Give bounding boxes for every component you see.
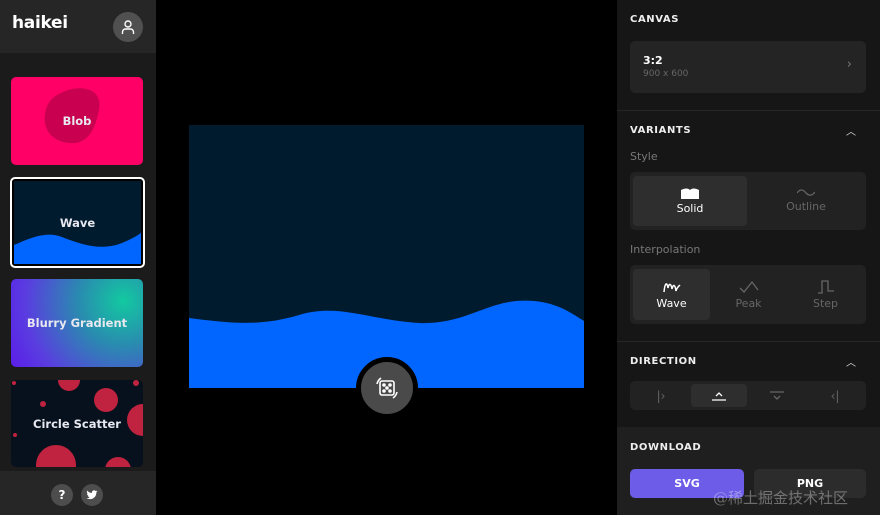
canvas-section-title: CANVAS: [630, 14, 680, 25]
arrow-left-bar-icon: ‹|: [830, 388, 840, 403]
twitter-button[interactable]: [81, 484, 103, 506]
generator-card-blurry-gradient[interactable]: Blurry Gradient: [11, 279, 143, 367]
divider: [617, 341, 880, 342]
direction-down-option[interactable]: [749, 384, 805, 407]
direction-up-option[interactable]: [691, 384, 747, 407]
twitter-icon: [86, 490, 98, 500]
download-section-title: DOWNLOAD: [630, 442, 702, 453]
aspect-ratio: 3:2: [643, 54, 663, 67]
direction-toggle: |› ‹|: [630, 381, 866, 410]
step-icon: [817, 279, 834, 294]
generator-card-blob[interactable]: Blob: [11, 77, 143, 165]
canvas-size-selector[interactable]: 3:2 900 x 600 ›: [630, 41, 866, 93]
logo[interactable]: haikei: [12, 13, 68, 33]
interpolation-toggle: Wave Peak Step: [630, 265, 866, 324]
style-solid-option[interactable]: Solid: [633, 176, 747, 226]
style-label: Style: [630, 150, 658, 163]
option-label: Outline: [786, 200, 826, 213]
wave-shape: [189, 300, 584, 388]
style-outline-option[interactable]: Outline: [749, 176, 863, 226]
help-button[interactable]: ?: [51, 484, 73, 506]
watermark: @稀土掘金技术社区: [713, 489, 849, 507]
arrow-right-bar-icon: |›: [656, 388, 666, 403]
arrow-up-bar-icon: [712, 391, 726, 401]
user-button[interactable]: [113, 12, 143, 42]
card-label: Blob: [62, 114, 92, 128]
randomize-button[interactable]: [356, 357, 418, 419]
option-label: Peak: [735, 296, 762, 310]
help-icon: ?: [58, 488, 66, 502]
divider: [617, 110, 880, 111]
peak-icon: [739, 280, 759, 293]
card-label: Blurry Gradient: [26, 316, 128, 330]
collapse-variants-chevron-up-icon[interactable]: ︿: [846, 123, 856, 138]
direction-left-option[interactable]: ‹|: [807, 384, 863, 407]
user-icon: [121, 20, 135, 34]
solid-wave-icon: [681, 188, 699, 199]
chevron-right-icon: ›: [846, 57, 852, 72]
canvas-dimensions: 900 x 600: [643, 69, 689, 79]
card-label: Circle Scatter: [33, 416, 121, 431]
wave-canvas-preview: [189, 125, 584, 388]
variants-section-title: VARIANTS: [630, 125, 692, 136]
generator-card-circle-scatter[interactable]: Circle Scatter: [11, 380, 143, 467]
dice-icon: [376, 377, 398, 399]
interpolation-label: Interpolation: [630, 243, 701, 256]
collapse-direction-chevron-up-icon[interactable]: ︿: [846, 354, 856, 369]
interp-peak-option[interactable]: Peak: [710, 269, 787, 320]
wave-interp-icon: [662, 282, 681, 292]
outline-wave-icon: [797, 189, 815, 196]
option-label: Wave: [656, 296, 687, 310]
direction-right-option[interactable]: |›: [633, 384, 689, 407]
option-label: Step: [812, 296, 839, 310]
generator-card-wave[interactable]: Wave: [10, 177, 145, 268]
interp-wave-option[interactable]: Wave: [633, 269, 710, 320]
direction-section-title: DIRECTION: [630, 356, 697, 367]
card-label: Wave: [59, 215, 96, 230]
style-toggle: Solid Outline: [630, 172, 866, 230]
arrow-down-bar-icon: [770, 390, 784, 400]
option-label: Solid: [676, 201, 704, 215]
sidebar-footer: [0, 471, 156, 515]
interp-step-option[interactable]: Step: [787, 269, 864, 320]
